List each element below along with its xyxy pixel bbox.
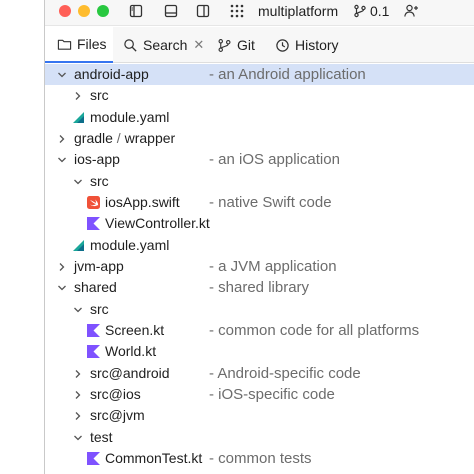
amper-module-icon	[73, 112, 84, 123]
tree-item-label: module.yaml	[90, 237, 170, 253]
right-panel-icon[interactable]	[195, 3, 211, 19]
clock-icon	[276, 38, 289, 52]
close-icon[interactable]: ✕	[193, 37, 204, 53]
tree-item-label: android-app	[74, 66, 149, 82]
chevron-right-icon[interactable]	[72, 384, 84, 405]
tab-git-label: Git	[237, 37, 255, 53]
tree-row-viewcontroller-kt[interactable]: ViewController.kt	[45, 213, 474, 234]
tree-item-label: src	[90, 87, 109, 103]
tree-item-label: CommonTest.kt	[105, 450, 203, 466]
tree-item-comment: - iOS-specific code	[209, 386, 335, 403]
chevron-right-icon[interactable]	[72, 405, 84, 426]
tree-item-label-part: gradle	[74, 130, 113, 146]
chevron-down-icon[interactable]	[72, 299, 84, 320]
swift-file-icon	[87, 196, 100, 209]
tree-row-world-kt[interactable]: World.kt	[45, 341, 474, 362]
chevron-right-icon[interactable]	[56, 128, 68, 149]
kotlin-file-icon	[87, 345, 100, 358]
vcs-branch-widget[interactable]: 0.1	[353, 3, 389, 19]
tree-item-label: gradle / wrapper	[74, 128, 175, 149]
tree-row-commontest-kt[interactable]: CommonTest.kt - common tests	[45, 448, 474, 469]
tree-item-label: shared	[74, 279, 117, 295]
tree-item-label: src@ios	[90, 386, 141, 402]
chevron-down-icon[interactable]	[72, 171, 84, 192]
tree-row-gradle-wrapper[interactable]: gradle / wrapper	[45, 128, 474, 149]
chevron-down-icon[interactable]	[56, 64, 68, 85]
tree-item-comment: - native Swift code	[209, 194, 332, 211]
branch-icon	[354, 4, 366, 18]
tree-item-comment: - common code for all platforms	[209, 322, 420, 339]
add-user-icon[interactable]	[403, 3, 419, 19]
folder-icon	[57, 39, 72, 50]
tree-row-module-yaml[interactable]: module.yaml	[45, 235, 474, 256]
tree-item-label: src	[90, 301, 109, 317]
tree-item-label: src	[90, 173, 109, 189]
tree-row-test[interactable]: test	[45, 427, 474, 448]
path-separator: /	[112, 130, 125, 146]
tree-row-src-android[interactable]: src@android - Android-specific code	[45, 363, 474, 384]
chevron-right-icon[interactable]	[56, 256, 68, 277]
kotlin-file-icon	[87, 452, 100, 465]
tab-files[interactable]: Files	[45, 27, 113, 63]
vcs-count: 0.1	[370, 3, 390, 19]
tree-item-comment: - a JVM application	[209, 258, 337, 275]
bottom-panel-icon[interactable]	[163, 3, 179, 19]
tab-search[interactable]: Search ✕	[123, 27, 204, 63]
tree-row-module-yaml[interactable]: module.yaml	[45, 107, 474, 128]
tree-row-jvm-app[interactable]: jvm-app - a JVM application	[45, 256, 474, 277]
tree-item-comment: - shared library	[209, 279, 310, 296]
tree-row-src[interactable]: src	[45, 85, 474, 106]
git-branch-icon	[218, 38, 231, 52]
tree-row-src[interactable]: src	[45, 299, 474, 320]
tree-row-src[interactable]: src	[45, 171, 474, 192]
chevron-down-icon[interactable]	[56, 277, 68, 298]
tree-row-shared[interactable]: shared - shared library	[45, 277, 474, 298]
tree-row-android-app[interactable]: android-app - an Android application	[45, 64, 474, 85]
tree-row-iosapp-swift[interactable]: iosApp.swift - native Swift code	[45, 192, 474, 213]
tab-history-label: History	[295, 37, 339, 53]
tree-item-label: ViewController.kt	[105, 215, 210, 231]
tree-item-comment: - common tests	[209, 450, 312, 467]
kotlin-file-icon	[87, 324, 100, 337]
tree-item-label: World.kt	[105, 343, 157, 359]
chevron-down-icon[interactable]	[72, 427, 84, 448]
ide-window: multiplatform 0.1 Files Search ✕ Git His…	[44, 0, 474, 474]
tree-item-label: Screen.kt	[105, 322, 165, 338]
tree-row-ios-app[interactable]: ios-app - an iOS application	[45, 149, 474, 170]
chevron-down-icon[interactable]	[56, 149, 68, 170]
tree-row-src-ios[interactable]: src@ios - iOS-specific code	[45, 384, 474, 405]
tree-row-src-jvm[interactable]: src@jvm	[45, 405, 474, 426]
tree-item-label: jvm-app	[74, 258, 124, 274]
tree-item-label-part: wrapper	[124, 130, 176, 146]
tab-git[interactable]: Git	[217, 27, 255, 63]
grid-menu-icon[interactable]	[229, 3, 245, 19]
chevron-right-icon[interactable]	[72, 85, 84, 106]
search-icon	[124, 38, 137, 52]
tree-item-label: ios-app	[74, 151, 120, 167]
tab-search-label: Search	[143, 37, 188, 53]
tab-history[interactable]: History	[275, 27, 339, 63]
tab-files-label: Files	[77, 36, 107, 52]
amper-module-icon	[73, 240, 84, 251]
tree-row-screen-kt[interactable]: Screen.kt - common code for all platform…	[45, 320, 474, 341]
bookmarks-icon[interactable]	[128, 3, 144, 19]
zoom-window-button[interactable]	[97, 5, 109, 17]
tree-item-comment: - an iOS application	[209, 151, 340, 168]
title-bar: multiplatform 0.1	[45, 0, 474, 26]
tool-window-tabs: Files Search ✕ Git History	[45, 27, 474, 63]
chevron-right-icon[interactable]	[72, 363, 84, 384]
tree-item-label: src@jvm	[90, 407, 145, 423]
tree-item-comment: - Android-specific code	[209, 365, 361, 382]
tree-item-label: module.yaml	[90, 109, 170, 125]
tree-item-comment: - an Android application	[209, 66, 366, 83]
close-window-button[interactable]	[59, 5, 71, 17]
project-name[interactable]: multiplatform	[258, 3, 338, 19]
tree-item-label: iosApp.swift	[105, 194, 180, 210]
tree-item-label: src@android	[90, 365, 170, 381]
tree-item-label: test	[90, 429, 113, 445]
kotlin-file-icon	[87, 217, 100, 230]
minimize-window-button[interactable]	[78, 5, 90, 17]
